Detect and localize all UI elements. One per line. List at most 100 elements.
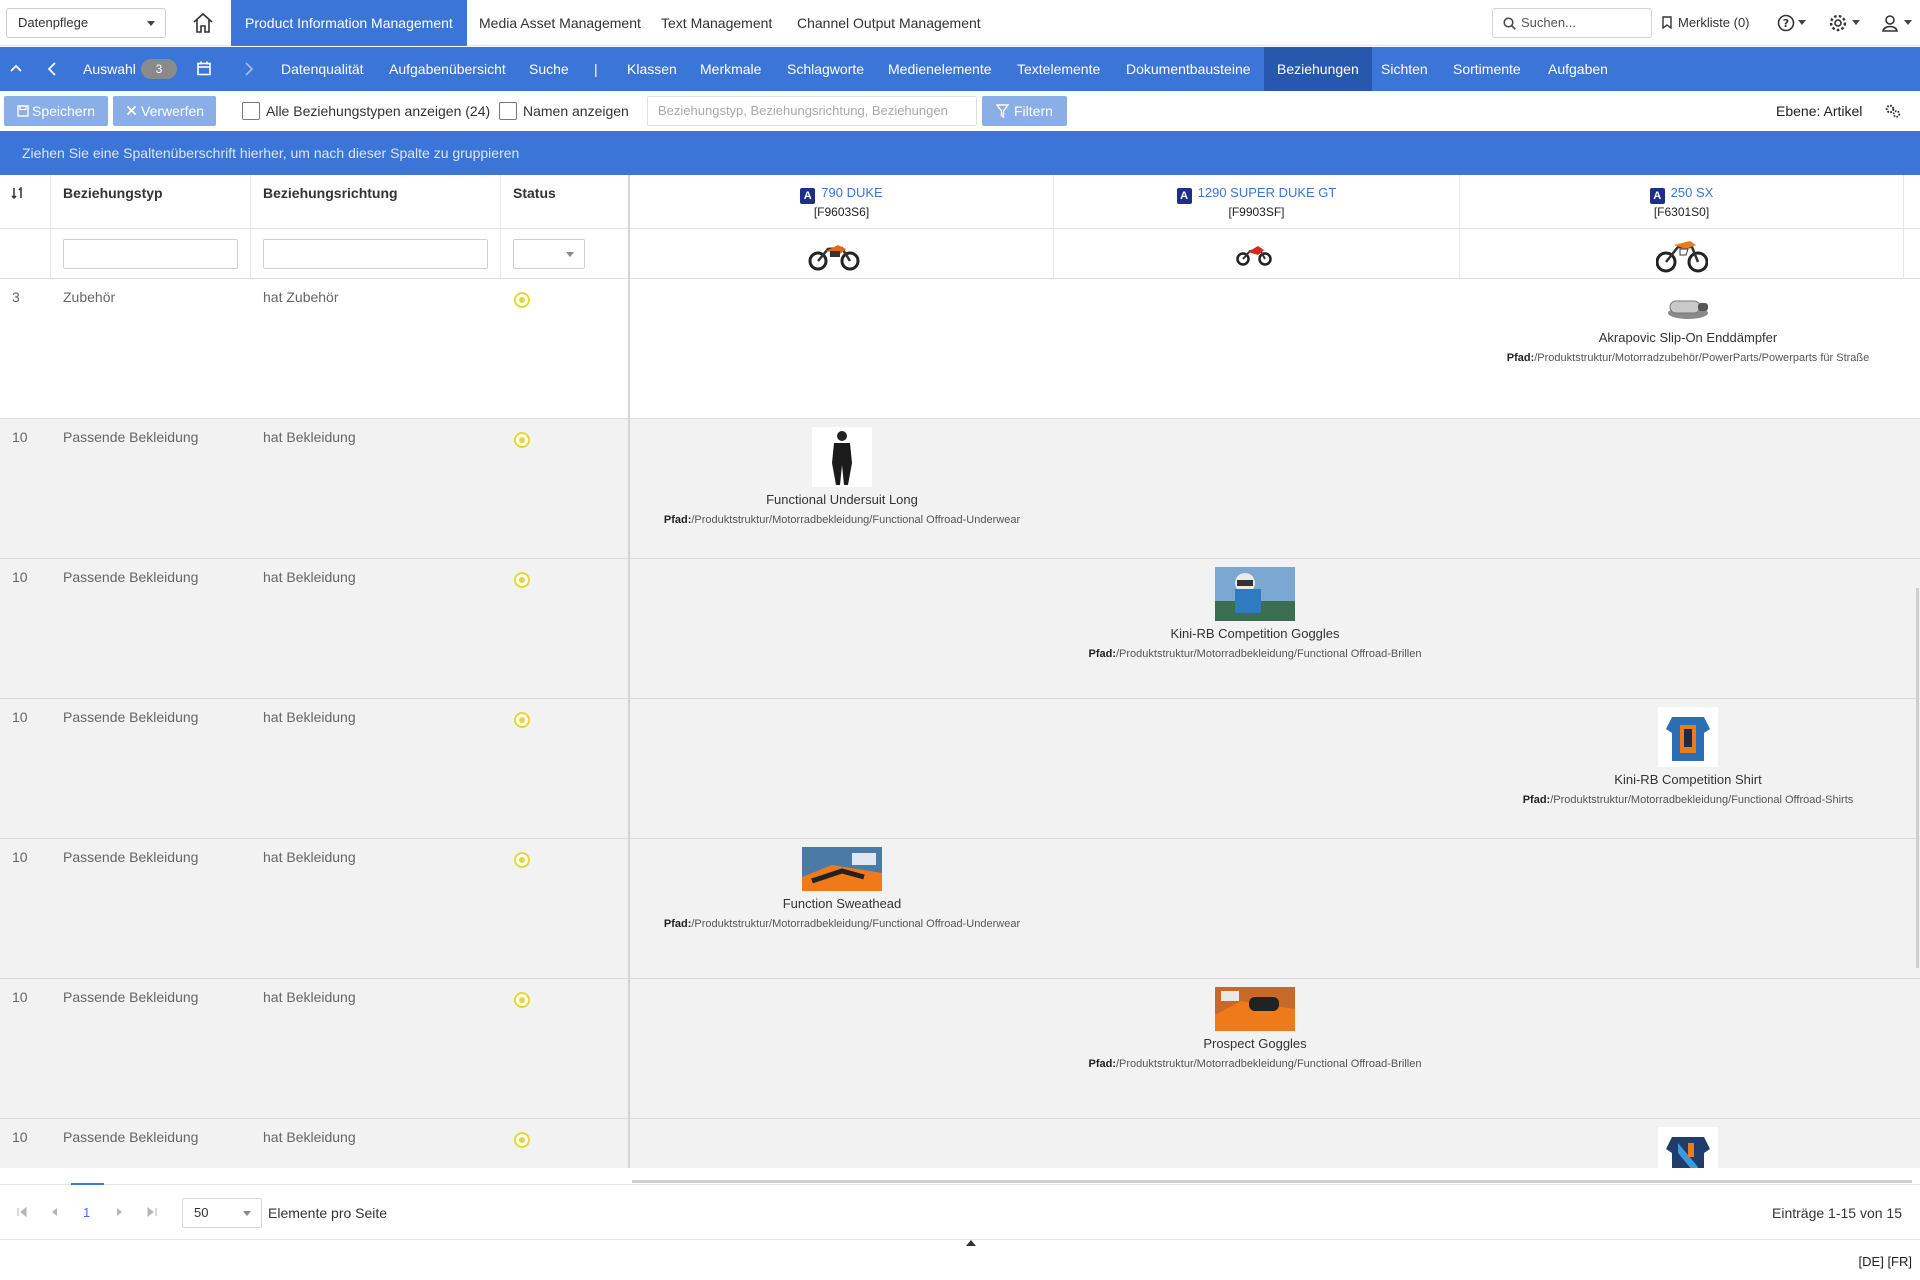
nav-item-datenqualitaet[interactable]: Datenqualität	[268, 47, 377, 91]
app-tab-pim[interactable]: Product Information Management	[231, 0, 467, 46]
column-header-direction[interactable]: Beziehungsrichtung	[251, 175, 501, 229]
merkliste-button[interactable]: Merkliste (0)	[1662, 0, 1750, 46]
column-header-status[interactable]: Status	[501, 175, 628, 229]
nav-item-aufgaben[interactable]: Aufgaben	[1535, 47, 1621, 91]
page-number[interactable]: 1	[83, 1205, 90, 1220]
status-in-progress-icon	[514, 292, 530, 308]
table-row[interactable]: 10 Passende Bekleidung hat Bekleidung	[0, 839, 628, 979]
table-row[interactable]: 10 Passende Bekleidung hat Bekleidung	[0, 1119, 628, 1168]
product-relation-row: Akrapovic Slip-On Enddämpfer Pfad:/Produk…	[630, 279, 1920, 419]
related-item-image[interactable]	[1658, 1127, 1718, 1168]
product-name[interactable]: A 250 SX	[1649, 184, 1713, 204]
row-sort-number: 10	[12, 709, 28, 725]
nav-item-klassen[interactable]: Klassen	[614, 47, 690, 91]
relation-type-cell: Passende Bekleidung	[63, 989, 199, 1005]
path-value: /Produktstruktur/Motorradbekleidung/Func…	[691, 514, 1021, 526]
global-search-input[interactable]: Suchen...	[1492, 8, 1652, 38]
page-size-value: 50	[194, 1205, 209, 1220]
related-item-image[interactable]	[1215, 987, 1295, 1031]
related-item[interactable]: Prospect Goggles Pfad:/Produktstruktur/Mo…	[1035, 987, 1475, 1072]
nav-item-textelemente[interactable]: Textelemente	[1004, 47, 1113, 91]
user-icon[interactable]	[1881, 12, 1901, 34]
related-item[interactable]: Kini-RB Competition Goggles Pfad:/Produkt…	[1035, 567, 1475, 662]
nav-item-merkmale[interactable]: Merkmale	[687, 47, 774, 91]
current-page-indicator	[71, 1183, 104, 1185]
table-row[interactable]: 10 Passende Bekleidung hat Bekleidung	[0, 419, 628, 559]
forward-icon[interactable]	[244, 62, 254, 76]
app-tab-text[interactable]: Text Management	[647, 0, 786, 46]
product-column-1290-super-duke-gt[interactable]: A 1290 SUPER DUKE GT [F9903SF]	[1054, 175, 1460, 229]
product-name[interactable]: A 790 DUKE	[800, 184, 883, 204]
table-row[interactable]: 10 Passende Bekleidung hat Bekleidung	[0, 699, 628, 839]
related-item-image[interactable]	[802, 847, 882, 891]
related-item-image[interactable]	[812, 427, 872, 487]
language-switcher[interactable]: [DE] [FR]	[1859, 1254, 1912, 1269]
next-page-icon[interactable]	[112, 1205, 126, 1219]
page-size-select[interactable]: 50	[182, 1198, 262, 1228]
relation-filter-input[interactable]: Beziehungstyp, Beziehungsrichtung, Bezie…	[647, 96, 977, 126]
app-tab-channel[interactable]: Channel Output Management	[783, 0, 995, 46]
product-relation-row: Kini-RB Competition Shirt Pfad:/Produktst…	[630, 699, 1920, 839]
nav-item-sortimente[interactable]: Sortimente	[1440, 47, 1534, 91]
product-name[interactable]: A 1290 SUPER DUKE GT	[1176, 184, 1336, 204]
nav-item-medienelemente[interactable]: Medienelemente	[875, 47, 1005, 91]
back-icon[interactable]	[47, 62, 57, 76]
expand-panel-icon[interactable]	[966, 1240, 976, 1246]
horizontal-scrollbar[interactable]	[632, 1180, 1912, 1183]
home-icon[interactable]	[190, 11, 216, 35]
table-row[interactable]: 10 Passende Bekleidung hat Bekleidung	[0, 559, 628, 699]
group-drop-zone[interactable]: Ziehen Sie eine Spaltenüberschrift hierh…	[0, 131, 1920, 175]
table-row[interactable]: 10 Passende Bekleidung hat Bekleidung	[0, 979, 628, 1119]
product-image-cell	[1054, 229, 1460, 279]
row-sort-number: 10	[12, 569, 28, 585]
last-page-icon[interactable]	[145, 1205, 159, 1219]
related-item-image[interactable]	[1662, 291, 1714, 325]
product-relation-row: Prospect Goggles Pfad:/Produktstruktur/Mo…	[630, 979, 1920, 1119]
related-item[interactable]: Functional Undersuit Long Pfad:/Produktst…	[630, 427, 1062, 528]
pager-info: Einträge 1-15 von 15	[1772, 1205, 1902, 1221]
direction-filter-input[interactable]	[263, 239, 488, 269]
related-item[interactable]	[1468, 1127, 1908, 1168]
collapse-up-icon[interactable]	[10, 63, 22, 73]
product-column-790-duke[interactable]: A 790 DUKE [F9603S6]	[630, 175, 1054, 229]
product-column-250-sx[interactable]: A 250 SX [F6301S0]	[1460, 175, 1904, 229]
column-header-type[interactable]: Beziehungstyp	[51, 175, 251, 229]
nav-item-suche[interactable]: Suche	[516, 47, 582, 91]
nav-item-sichten[interactable]: Sichten	[1368, 47, 1441, 91]
prev-page-icon[interactable]	[48, 1205, 62, 1219]
related-item[interactable]: Kini-RB Competition Shirt Pfad:/Produktst…	[1468, 707, 1908, 808]
merkliste-label: Merkliste (0)	[1678, 15, 1750, 30]
help-icon[interactable]: ?	[1777, 12, 1797, 34]
product-image-cell	[1460, 229, 1904, 279]
nav-item-aufgabenuebersicht[interactable]: Aufgabenübersicht	[376, 47, 519, 91]
save-button[interactable]: Speichern	[4, 96, 108, 126]
nav-item-dokumentbausteine[interactable]: Dokumentbausteine	[1113, 47, 1264, 91]
discard-button[interactable]: Verwerfen	[113, 96, 216, 126]
nav-item-schlagworte[interactable]: Schlagworte	[774, 47, 877, 91]
column-settings-icon[interactable]	[1884, 103, 1902, 119]
module-nav: Auswahl 3 Datenqualität Aufgabenübersich…	[0, 47, 1920, 91]
related-item-image[interactable]	[1658, 707, 1718, 767]
table-row[interactable]: 3 Zubehör hat Zubehör	[0, 279, 628, 419]
nav-item-beziehungen[interactable]: Beziehungen	[1264, 47, 1372, 91]
sort-column-header[interactable]	[0, 175, 51, 229]
show-names-checkbox[interactable]	[499, 102, 517, 120]
status-filter-select[interactable]	[513, 239, 585, 269]
relation-type-cell: Zubehör	[63, 289, 116, 305]
related-item-image[interactable]	[1215, 567, 1295, 621]
filter-button[interactable]: Filtern	[982, 96, 1067, 126]
related-item[interactable]: Akrapovic Slip-On Enddämpfer Pfad:/Produk…	[1468, 291, 1908, 366]
auswahl-label[interactable]: Auswahl	[70, 47, 149, 91]
type-filter-input[interactable]	[63, 239, 238, 269]
close-icon	[126, 105, 137, 116]
related-item-name: Kini-RB Competition Goggles	[1170, 626, 1340, 641]
workspace-select[interactable]: Datenpflege	[6, 8, 166, 38]
calendar-icon[interactable]	[197, 61, 211, 76]
gear-icon[interactable]	[1829, 12, 1849, 34]
first-page-icon[interactable]	[15, 1205, 29, 1219]
app-tab-mam[interactable]: Media Asset Management	[465, 0, 655, 46]
vertical-scrollbar[interactable]	[1916, 588, 1919, 968]
chevron-down-icon	[566, 252, 574, 257]
related-item[interactable]: Function Sweathead Pfad:/Produktstruktur/…	[630, 847, 1062, 932]
show-all-types-checkbox[interactable]	[242, 102, 260, 120]
